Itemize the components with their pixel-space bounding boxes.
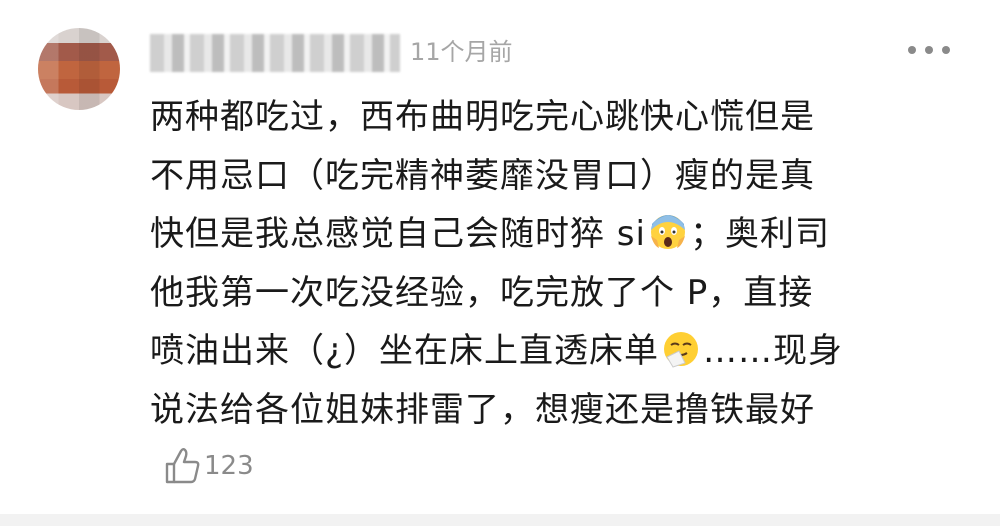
comment-line-part: ；奥利司 bbox=[689, 214, 830, 254]
comment-line: 快但是我总感觉自己会随时猝 si ；奥利司 bbox=[150, 205, 950, 264]
comment-text: 两种都吃过，西布曲明吃完心跳快心慌但是 不用忌口（吃完精神萎靡没胃口）瘦的是真 … bbox=[150, 88, 950, 439]
more-icon[interactable] bbox=[908, 38, 950, 62]
avatar[interactable] bbox=[38, 28, 120, 110]
screaming-face-emoji-icon bbox=[650, 215, 685, 249]
thumbs-up-icon bbox=[165, 448, 200, 484]
comment-line-part: ……现身 bbox=[703, 331, 844, 371]
comment-line: 不用忌口（吃完精神萎靡没胃口）瘦的是真 bbox=[150, 155, 815, 196]
comment-line-part: 喷油出来（¿）坐在床上直透床单 bbox=[150, 331, 660, 371]
like-count: 123 bbox=[204, 451, 254, 481]
timestamp: 11个月前 bbox=[410, 38, 513, 66]
divider bbox=[0, 514, 1000, 526]
comment-line: 他我第一次吃没经验，吃完放了个 P，直接 bbox=[150, 272, 814, 313]
sneezing-face-emoji-icon bbox=[664, 332, 699, 368]
comment-line-part: 快但是我总感觉自己会随时猝 si bbox=[150, 214, 646, 254]
comment-line: 喷油出来（¿）坐在床上直透床单 ……现身 bbox=[150, 322, 950, 381]
comment-line: 说法给各位姐妹排雷了，想瘦还是撸铁最好 bbox=[150, 389, 815, 430]
like-button[interactable]: 123 bbox=[164, 446, 254, 486]
comment-line: 两种都吃过，西布曲明吃完心跳快心慌但是 bbox=[150, 97, 815, 137]
username-blurred[interactable] bbox=[150, 34, 400, 72]
